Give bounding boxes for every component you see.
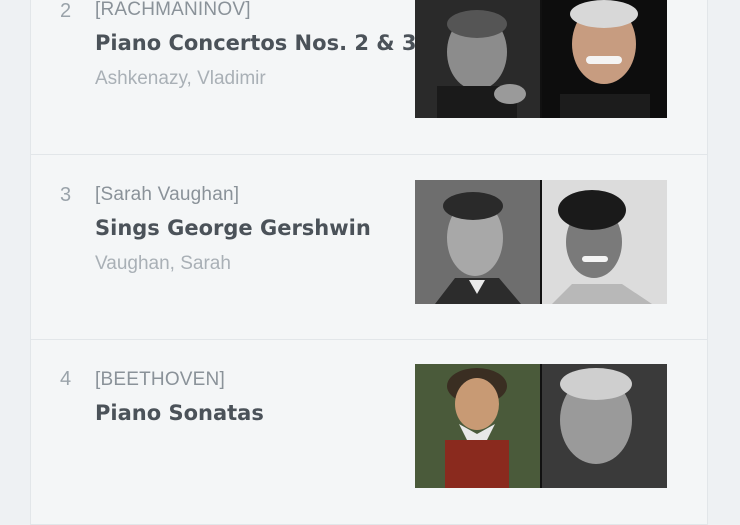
item-composer: [RACHMANINOV]: [95, 0, 251, 20]
item-number: 4: [60, 368, 72, 390]
portrait-photo: [415, 180, 540, 304]
portrait-photo: [542, 0, 667, 118]
list-item[interactable]: 4 [BEETHOVEN] Piano Sonatas: [31, 340, 707, 525]
item-title[interactable]: Sings George Gershwin: [95, 216, 371, 240]
list-item[interactable]: 3 [Sarah Vaughan] Sings George Gershwin …: [31, 155, 707, 340]
portrait-photo: [415, 0, 540, 118]
album-list: 2 [RACHMANINOV] Piano Concertos Nos. 2 &…: [30, 0, 708, 525]
list-item[interactable]: 2 [RACHMANINOV] Piano Concertos Nos. 2 &…: [31, 0, 707, 155]
item-artist[interactable]: Ashkenazy, Vladimir: [95, 68, 266, 90]
item-composer: [BEETHOVEN]: [95, 369, 225, 390]
item-number: 3: [60, 184, 72, 206]
item-artist[interactable]: Vaughan, Sarah: [95, 253, 231, 275]
portrait-photo: [542, 364, 667, 488]
portrait-photo: [542, 180, 667, 304]
item-title[interactable]: Piano Concertos Nos. 2 & 3: [95, 31, 417, 55]
item-portraits[interactable]: [415, 0, 667, 118]
item-title[interactable]: Piano Sonatas: [95, 401, 264, 425]
item-composer: [Sarah Vaughan]: [95, 184, 240, 205]
item-number: 2: [60, 0, 72, 22]
item-portraits[interactable]: [415, 180, 667, 304]
item-portraits[interactable]: [415, 364, 667, 488]
portrait-painting: [415, 364, 540, 488]
